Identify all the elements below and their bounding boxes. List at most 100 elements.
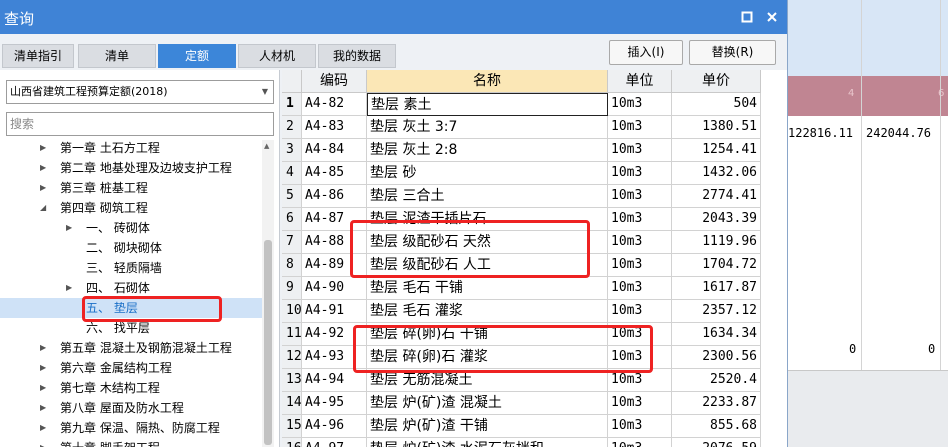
tab-list[interactable]: 清单 bbox=[78, 44, 156, 68]
header-code[interactable]: 编码 bbox=[302, 70, 367, 93]
cell-name[interactable]: 垫层 灰土 3:7 bbox=[367, 116, 608, 139]
replace-button[interactable]: 替换(R) bbox=[689, 40, 776, 65]
tree-item-chapter-8[interactable]: ▶ 第八章 屋面及防水工程 bbox=[0, 398, 262, 418]
table-row[interactable]: 1 A4-82 垫层 素土 10m3 504 bbox=[282, 93, 787, 116]
table-row[interactable]: 4 A4-85 垫层 砂 10m3 1432.06 bbox=[282, 162, 787, 185]
table-row[interactable]: 5 A4-86 垫层 三合土 10m3 2774.41 bbox=[282, 185, 787, 208]
cell-price[interactable]: 504 bbox=[672, 93, 761, 116]
tree-item-chapter-10[interactable]: ▶ 第十章 脚手架工程 bbox=[0, 438, 262, 447]
cell-unit[interactable]: 10m3 bbox=[608, 231, 672, 254]
close-icon[interactable] bbox=[763, 8, 781, 26]
expand-arrow-icon[interactable]: ▶ bbox=[40, 138, 46, 158]
expand-arrow-icon[interactable]: ▶ bbox=[66, 218, 72, 238]
tree-item-stone[interactable]: ▶ 四、 石砌体 bbox=[0, 278, 262, 298]
cell-price[interactable]: 2774.41 bbox=[672, 185, 761, 208]
search-input[interactable] bbox=[6, 112, 274, 136]
cell-num[interactable]: 1 bbox=[282, 93, 302, 116]
expand-arrow-icon[interactable]: ▶ bbox=[40, 158, 46, 178]
cell-name[interactable]: 垫层 无筋混凝土 bbox=[367, 369, 608, 392]
tab-labor-material[interactable]: 人材机 bbox=[238, 44, 316, 68]
cell-num[interactable]: 10 bbox=[282, 300, 302, 323]
expand-arrow-icon[interactable]: ▶ bbox=[40, 358, 46, 378]
expand-arrow-icon[interactable]: ▶ bbox=[40, 418, 46, 438]
cell-price[interactable]: 2520.4 bbox=[672, 369, 761, 392]
tree-item-leveling[interactable]: 六、 找平层 bbox=[0, 318, 262, 338]
cell-num[interactable]: 4 bbox=[282, 162, 302, 185]
cell-unit[interactable]: 10m3 bbox=[608, 415, 672, 438]
expand-arrow-icon[interactable]: ▶ bbox=[40, 178, 46, 198]
cell-name[interactable]: 垫层 碎(卵)石 干铺 bbox=[367, 323, 608, 346]
cell-name[interactable]: 垫层 炉(矿)渣 干铺 bbox=[367, 415, 608, 438]
cell-num[interactable]: 8 bbox=[282, 254, 302, 277]
table-row[interactable]: 7 A4-88 垫层 级配砂石 天然 10m3 1119.96 bbox=[282, 231, 787, 254]
table-row[interactable]: 6 A4-87 垫层 泥渣干插片石 10m3 2043.39 bbox=[282, 208, 787, 231]
collapse-arrow-icon[interactable]: ◢ bbox=[40, 198, 46, 218]
cell-unit[interactable]: 10m3 bbox=[608, 346, 672, 369]
cell-unit[interactable]: 10m3 bbox=[608, 185, 672, 208]
tree-item-chapter-5[interactable]: ▶ 第五章 混凝土及钢筋混凝土工程 bbox=[0, 338, 262, 358]
cell-price[interactable]: 1119.96 bbox=[672, 231, 761, 254]
expand-arrow-icon[interactable]: ▶ bbox=[40, 378, 46, 398]
tree-item-chapter-6[interactable]: ▶ 第六章 金属结构工程 bbox=[0, 358, 262, 378]
tree-item-chapter-4[interactable]: ◢ 第四章 砌筑工程 bbox=[0, 198, 262, 218]
cell-num[interactable]: 6 bbox=[282, 208, 302, 231]
cell-name[interactable]: 垫层 毛石 干铺 bbox=[367, 277, 608, 300]
expand-arrow-icon[interactable]: ▶ bbox=[40, 438, 46, 447]
cell-price[interactable]: 1634.34 bbox=[672, 323, 761, 346]
tree-scrollbar[interactable]: ▲ bbox=[262, 140, 274, 447]
cell-unit[interactable]: 10m3 bbox=[608, 139, 672, 162]
table-row[interactable]: 9 A4-90 垫层 毛石 干铺 10m3 1617.87 bbox=[282, 277, 787, 300]
cell-unit[interactable]: 10m3 bbox=[608, 277, 672, 300]
cell-num[interactable]: 16 bbox=[282, 438, 302, 447]
restore-icon[interactable] bbox=[738, 8, 756, 26]
cell-code[interactable]: A4-91 bbox=[302, 300, 367, 323]
tab-list-guide[interactable]: 清单指引 bbox=[2, 44, 74, 68]
cell-price[interactable]: 1432.06 bbox=[672, 162, 761, 185]
tree-item-block[interactable]: 二、 砌块砌体 bbox=[0, 238, 262, 258]
cell-code[interactable]: A4-82 bbox=[302, 93, 367, 116]
cell-code[interactable]: A4-94 bbox=[302, 369, 367, 392]
cell-price[interactable]: 1380.51 bbox=[672, 116, 761, 139]
tree-item-chapter-7[interactable]: ▶ 第七章 木结构工程 bbox=[0, 378, 262, 398]
table-row[interactable]: 15 A4-96 垫层 炉(矿)渣 干铺 10m3 855.68 bbox=[282, 415, 787, 438]
table-row[interactable]: 11 A4-92 垫层 碎(卵)石 干铺 10m3 1634.34 bbox=[282, 323, 787, 346]
cell-price[interactable]: 1254.41 bbox=[672, 139, 761, 162]
tree-item-chapter-9[interactable]: ▶ 第九章 保温、隔热、防腐工程 bbox=[0, 418, 262, 438]
table-row[interactable]: 12 A4-93 垫层 碎(卵)石 灌浆 10m3 2300.56 bbox=[282, 346, 787, 369]
cell-num[interactable]: 11 bbox=[282, 323, 302, 346]
cell-num[interactable]: 15 bbox=[282, 415, 302, 438]
cell-code[interactable]: A4-92 bbox=[302, 323, 367, 346]
dialog-title-bar[interactable]: 查询 bbox=[0, 0, 787, 34]
cell-price[interactable]: 2233.87 bbox=[672, 392, 761, 415]
tree-item-chapter-3[interactable]: ▶ 第三章 桩基工程 bbox=[0, 178, 262, 198]
tree-item-chapter-2[interactable]: ▶ 第二章 地基处理及边坡支护工程 bbox=[0, 158, 262, 178]
table-row[interactable]: 16A4-97垫层 炉(矿)渣 水泥石灰拌和10m32076.59 bbox=[282, 438, 787, 447]
cell-price[interactable]: 1617.87 bbox=[672, 277, 761, 300]
tree-item-brick[interactable]: ▶ 一、 砖砌体 bbox=[0, 218, 262, 238]
cell-name[interactable]: 垫层 级配砂石 天然 bbox=[367, 231, 608, 254]
cell-price[interactable]: 2076.59 bbox=[672, 438, 761, 447]
table-row[interactable]: 8 A4-89 垫层 级配砂石 人工 10m3 1704.72 bbox=[282, 254, 787, 277]
header-unit[interactable]: 单位 bbox=[608, 70, 672, 93]
tab-quota[interactable]: 定额 bbox=[158, 44, 236, 68]
quota-library-select[interactable]: 山西省建筑工程预算定额(2018) ▼ bbox=[6, 80, 274, 104]
tree-item-partition[interactable]: 三、 轻质隔墙 bbox=[0, 258, 262, 278]
cell-name[interactable]: 垫层 炉(矿)渣 水泥石灰拌和 bbox=[367, 438, 608, 447]
cell-name[interactable]: 垫层 泥渣干插片石 bbox=[367, 208, 608, 231]
cell-name[interactable]: 垫层 砂 bbox=[367, 162, 608, 185]
cell-unit[interactable]: 10m3 bbox=[608, 392, 672, 415]
cell-unit[interactable]: 10m3 bbox=[608, 300, 672, 323]
insert-button[interactable]: 插入(I) bbox=[609, 40, 683, 65]
scrollbar-thumb[interactable] bbox=[264, 240, 272, 445]
tab-my-data[interactable]: 我的数据 bbox=[318, 44, 396, 68]
cell-code[interactable]: A4-90 bbox=[302, 277, 367, 300]
cell-name[interactable]: 垫层 灰土 2:8 bbox=[367, 139, 608, 162]
chevron-down-icon[interactable]: ▼ bbox=[262, 81, 268, 103]
expand-arrow-icon[interactable]: ▶ bbox=[66, 278, 72, 298]
cell-code[interactable]: A4-84 bbox=[302, 139, 367, 162]
cell-num[interactable]: 5 bbox=[282, 185, 302, 208]
cell-num[interactable]: 14 bbox=[282, 392, 302, 415]
cell-name[interactable]: 垫层 毛石 灌浆 bbox=[367, 300, 608, 323]
cell-price[interactable]: 2043.39 bbox=[672, 208, 761, 231]
cell-price[interactable]: 1704.72 bbox=[672, 254, 761, 277]
